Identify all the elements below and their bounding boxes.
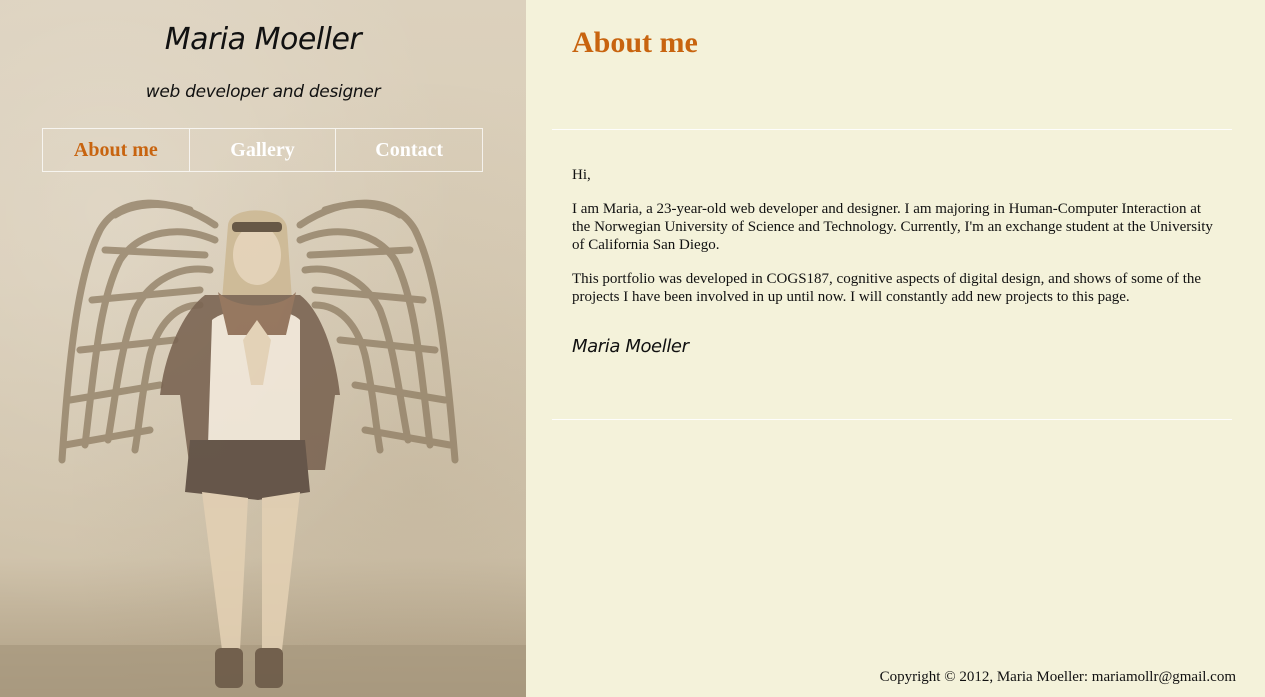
profile-photo xyxy=(0,199,526,697)
intro-paragraph: I am Maria, a 23-year-old web developer … xyxy=(572,201,1213,253)
nav-item-contact[interactable]: Contact xyxy=(336,129,482,171)
nav-item-about-me[interactable]: About me xyxy=(43,129,190,171)
person xyxy=(160,210,340,688)
page-title: About me xyxy=(572,26,698,59)
sidebar: Maria Moeller web developer and designer… xyxy=(0,0,526,697)
about-text: Hi, I am Maria, a 23-year-old web develo… xyxy=(572,166,1222,322)
divider-bottom xyxy=(552,419,1232,420)
site-title: Maria Moeller xyxy=(164,22,362,57)
nav-item-gallery[interactable]: Gallery xyxy=(190,129,337,171)
site-subtitle: web developer and designer xyxy=(145,82,381,102)
divider-top xyxy=(552,129,1232,130)
portfolio-paragraph: This portfolio was developed in COGS187,… xyxy=(572,271,1202,305)
main-nav: About me Gallery Contact xyxy=(42,128,483,172)
greeting-text: Hi, xyxy=(572,167,591,183)
footer-copyright: Copyright © 2012, Maria Moeller: mariamo… xyxy=(879,669,1236,685)
signature: Maria Moeller xyxy=(572,336,689,357)
